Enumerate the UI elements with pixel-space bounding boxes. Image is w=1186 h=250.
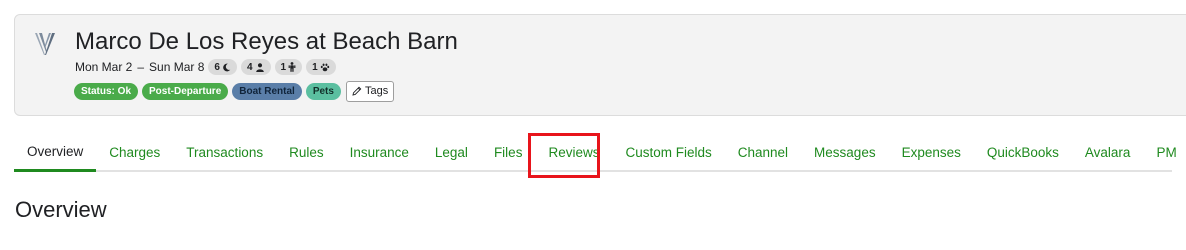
boat-rental-badge: Boat Rental — [232, 82, 302, 100]
status-badges-row: Status: Ok Post-Departure Boat Rental Pe… — [74, 80, 395, 102]
start-date: Mon Mar 2 — [75, 60, 133, 74]
reservation-title: Marco De Los Reyes at Beach Barn — [75, 28, 458, 55]
pencil-icon — [352, 86, 362, 96]
tab-avalara[interactable]: Avalara — [1072, 134, 1144, 170]
adults-count: 4 — [246, 61, 253, 73]
paw-icon — [320, 63, 329, 71]
tab-quickbooks[interactable]: QuickBooks — [974, 134, 1072, 170]
tab-legal[interactable]: Legal — [422, 134, 481, 170]
moon-icon — [223, 63, 231, 71]
tab-expenses[interactable]: Expenses — [889, 134, 974, 170]
tab-charges[interactable]: Charges — [96, 134, 173, 170]
pets-pill: 1 — [306, 59, 336, 75]
tags-button[interactable]: Tags — [345, 80, 395, 102]
page-title: Overview — [15, 197, 107, 222]
date-separator: – — [137, 60, 145, 74]
tab-rules[interactable]: Rules — [276, 134, 337, 170]
tags-button-label: Tags — [364, 85, 389, 97]
tab-files[interactable]: Files — [481, 134, 536, 170]
brand-logo-icon — [35, 33, 55, 55]
reservation-dates-row: Mon Mar 2 – Sun Mar 8 6 4 1 1 — [75, 58, 336, 76]
tab-transactions[interactable]: Transactions — [173, 134, 276, 170]
adult-icon — [255, 62, 264, 72]
tab-pm[interactable]: PM — [1143, 134, 1186, 170]
pets-count: 1 — [312, 61, 318, 73]
reservation-tabs: Overview Charges Transactions Rules Insu… — [14, 134, 1177, 172]
end-date: Sun Mar 8 — [149, 60, 205, 74]
child-icon — [288, 62, 296, 72]
nights-count: 6 — [214, 61, 220, 73]
pets-badge: Pets — [305, 82, 341, 100]
tab-insurance[interactable]: Insurance — [337, 134, 422, 170]
children-count: 1 — [280, 61, 287, 73]
adults-pill: 4 — [240, 59, 271, 75]
tab-overview[interactable]: Overview — [14, 134, 97, 172]
tab-custom-fields[interactable]: Custom Fields — [612, 134, 724, 170]
status-badge: Status: Ok — [74, 82, 139, 100]
tab-reviews[interactable]: Reviews — [535, 134, 612, 170]
tab-channel[interactable]: Channel — [725, 134, 801, 170]
tab-messages[interactable]: Messages — [801, 134, 889, 170]
nights-pill: 6 — [208, 59, 237, 75]
post-departure-badge: Post-Departure — [142, 82, 229, 100]
reservation-header-card: Marco De Los Reyes at Beach Barn Mon Mar… — [14, 14, 1186, 116]
children-pill: 1 — [274, 59, 303, 75]
